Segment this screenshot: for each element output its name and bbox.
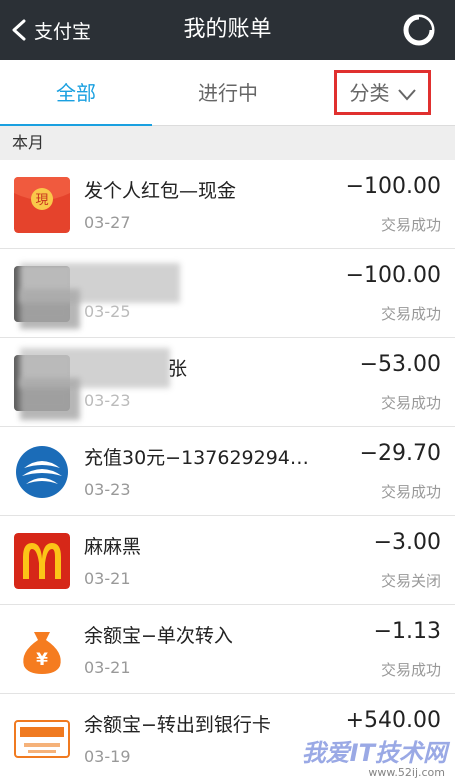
china-mobile-icon xyxy=(14,444,70,500)
transaction-title: 张 xyxy=(168,358,188,380)
transaction-title: 发个人红包—现金 xyxy=(84,180,237,202)
transaction-date: 03-23 xyxy=(84,480,131,499)
transaction-date: 03-19 xyxy=(84,747,131,766)
navbar: 支付宝 我的账单 xyxy=(0,0,455,60)
transaction-row[interactable]: ¥ 余额宝−单次转入 03-21 −1.13 交易成功 xyxy=(0,605,455,694)
tab-all-label: 全部 xyxy=(56,81,96,105)
transaction-status: 交易成功 xyxy=(380,394,441,412)
transaction-status: 交易成功 xyxy=(380,661,441,679)
transaction-status: 交易成功 xyxy=(380,483,441,501)
transaction-row[interactable]: 张 03-23 −53.00 交易成功 xyxy=(0,338,455,427)
tab-in-progress-label: 进行中 xyxy=(198,81,258,105)
transaction-row[interactable]: 麻麻黑 03-21 −3.00 交易关闭 xyxy=(0,516,455,605)
transaction-title: 余额宝−转出到银行卡 xyxy=(84,714,271,736)
filter-tabs: 全部 进行中 分类 xyxy=(0,60,455,127)
tab-in-progress[interactable]: 进行中 xyxy=(152,60,304,126)
transaction-amount: −53.00 xyxy=(359,352,441,377)
transaction-amount: −100.00 xyxy=(345,263,441,288)
transaction-row[interactable]: 現 发个人红包—现金 03-27 −100.00 交易成功 xyxy=(0,160,455,249)
transaction-date: 03-21 xyxy=(84,569,131,588)
transaction-date: 03-27 xyxy=(84,213,131,232)
watermark-url: www.52ij.com xyxy=(368,766,445,779)
mcdonalds-icon xyxy=(14,533,70,589)
back-button[interactable]: 支付宝 xyxy=(10,0,91,60)
watermark-text: 我爱IT技术网 xyxy=(301,739,447,767)
transaction-amount: −100.00 xyxy=(345,174,441,199)
transaction-date: 03-21 xyxy=(84,658,131,677)
back-label: 支付宝 xyxy=(34,20,92,43)
transaction-title: 充值30元−137629294… xyxy=(84,447,309,469)
privacy-blur xyxy=(20,378,80,420)
transaction-status: 交易成功 xyxy=(380,216,441,234)
red-envelope-icon: 現 xyxy=(14,177,70,233)
transaction-title: 麻麻黑 xyxy=(84,536,142,558)
tab-all[interactable]: 全部 xyxy=(0,60,152,127)
transaction-row[interactable]: 充值30元−137629294… 03-23 −29.70 交易成功 xyxy=(0,427,455,516)
site-watermark: 我爱IT技术网 www.52ij.com xyxy=(277,733,447,781)
svg-text:¥: ¥ xyxy=(36,650,48,670)
tab-category-dropdown[interactable]: 分类 xyxy=(334,70,431,115)
yuebao-money-bag-icon: ¥ xyxy=(14,622,70,678)
transaction-amount: +540.00 xyxy=(345,708,441,733)
chevron-left-icon xyxy=(12,19,26,41)
month-section-header: 本月 xyxy=(0,126,455,160)
transaction-date: 03-25 xyxy=(84,302,131,321)
privacy-blur xyxy=(20,289,80,329)
transaction-status: 交易成功 xyxy=(380,305,441,323)
tab-category-label: 分类 xyxy=(349,81,390,105)
transaction-date: 03-23 xyxy=(84,391,131,410)
pie-chart-icon[interactable] xyxy=(403,14,435,46)
transaction-list: 現 发个人红包—现金 03-27 −100.00 交易成功 03-25 −100… xyxy=(0,160,455,781)
ping-an-bank-icon xyxy=(14,711,70,767)
transaction-row[interactable]: 03-25 −100.00 交易成功 xyxy=(0,249,455,338)
transaction-status: 交易关闭 xyxy=(380,572,441,590)
transaction-title: 余额宝−单次转入 xyxy=(84,625,233,647)
transaction-amount: −1.13 xyxy=(373,619,441,644)
svg-text:現: 現 xyxy=(35,193,48,208)
transaction-amount: −29.70 xyxy=(359,441,441,466)
chevron-down-icon xyxy=(397,88,416,101)
transaction-amount: −3.00 xyxy=(373,530,441,555)
